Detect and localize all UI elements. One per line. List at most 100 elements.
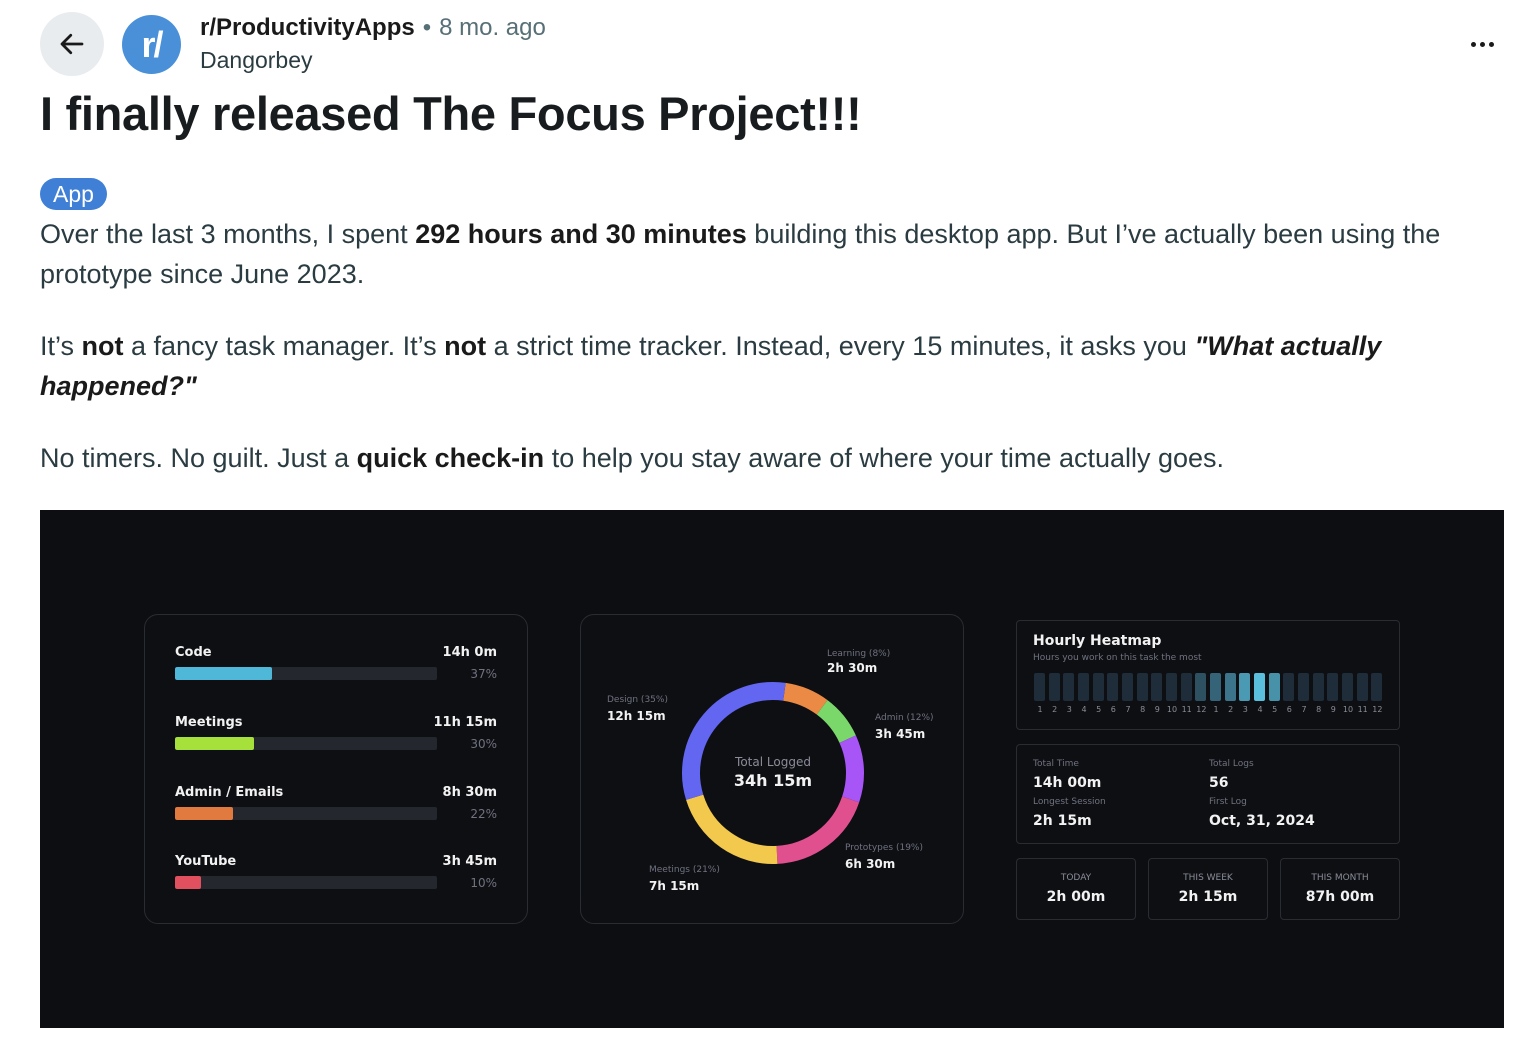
heatmap-cell bbox=[1371, 673, 1383, 701]
heatmap-hour: 6 bbox=[1110, 705, 1116, 714]
heatmap-cell bbox=[1063, 673, 1075, 701]
heatmap-hour: 4 bbox=[1257, 705, 1263, 714]
segment-value: 7h 15m bbox=[649, 879, 700, 893]
heatmap-hour: 11 bbox=[1357, 705, 1368, 714]
total-logs-value: 56 bbox=[1209, 775, 1229, 791]
heatmap-cell bbox=[1195, 673, 1207, 701]
heatmap-cell bbox=[1312, 673, 1324, 701]
heatmap-cell bbox=[1210, 673, 1221, 701]
period-this-month: THIS MONTH 87h 00m bbox=[1280, 858, 1400, 920]
stats-card: Total Time 14h 00m Total Logs 56 Longest… bbox=[1016, 744, 1400, 844]
heatmap-cells bbox=[1033, 673, 1385, 701]
overflow-menu-button[interactable] bbox=[1462, 26, 1502, 62]
heatmap-title: Hourly Heatmap bbox=[1033, 633, 1162, 649]
donut-center-label: Total Logged bbox=[735, 755, 811, 769]
heatmap-cell bbox=[1107, 673, 1119, 701]
donut-segment bbox=[686, 794, 778, 864]
post-age: 8 mo. ago bbox=[439, 14, 546, 41]
category-breakdown-card: Code 14h 0m 37% Meetings 11h 15m 30% Adm… bbox=[144, 614, 528, 924]
more-icon bbox=[1470, 41, 1476, 47]
author-link[interactable]: Dangorbey bbox=[200, 47, 313, 74]
segment-label: Design (35%) bbox=[607, 695, 668, 705]
first-log-label: First Log bbox=[1209, 797, 1247, 807]
period-this-week: THIS WEEK 2h 15m bbox=[1148, 858, 1268, 920]
heatmap-hour: 3 bbox=[1066, 705, 1072, 714]
heatmap-hour: 5 bbox=[1272, 705, 1278, 714]
heatmap-cell bbox=[1268, 673, 1280, 701]
heatmap-hour: 2 bbox=[1052, 705, 1058, 714]
back-button[interactable] bbox=[40, 12, 104, 76]
heatmap-hour: 8 bbox=[1316, 705, 1322, 714]
subreddit-avatar[interactable]: r/ bbox=[122, 15, 181, 74]
heatmap-cell bbox=[1048, 673, 1060, 701]
heatmap-hour: 4 bbox=[1081, 705, 1087, 714]
segment-value: 2h 30m bbox=[827, 661, 878, 675]
heatmap-hour-labels: 1 2 3 4 5 6 7 8 9 10 11 12 1 2 3 4 5 6 7 8 9 10 11 12 bbox=[1033, 705, 1385, 717]
donut-center-value: 34h 15m bbox=[733, 771, 813, 790]
heatmap-cell bbox=[1342, 673, 1353, 701]
post-paragraph-2: It’s not a fancy task manager. It’s not … bbox=[40, 331, 1382, 401]
subreddit-link[interactable]: r/ProductivityApps bbox=[200, 14, 415, 42]
heatmap-cell bbox=[1078, 673, 1089, 701]
period-today: TODAY 2h 00m bbox=[1016, 858, 1136, 920]
heatmap-cell bbox=[1166, 673, 1177, 701]
heatmap-cell bbox=[1122, 673, 1133, 701]
heatmap-cell bbox=[1180, 673, 1192, 701]
heatmap-hour: 3 bbox=[1242, 705, 1248, 714]
longest-session-label: Longest Session bbox=[1033, 797, 1106, 807]
segment-value: 6h 30m bbox=[845, 857, 896, 871]
post-flair[interactable]: App bbox=[40, 178, 107, 210]
heatmap-hour: 2 bbox=[1228, 705, 1234, 714]
segment-label: Meetings (21%) bbox=[649, 865, 720, 875]
heatmap-hour: 10 bbox=[1166, 705, 1178, 714]
donut-segment bbox=[816, 700, 856, 744]
post-paragraph-3: No timers. No guilt. Just a quick check-… bbox=[40, 443, 1225, 473]
donut-chart-card: Total Logged 34h 15m Learning (8%) 2h 30… bbox=[580, 614, 964, 924]
donut-chart bbox=[682, 682, 864, 864]
heatmap-hour: 12 bbox=[1196, 705, 1207, 714]
donut-segment bbox=[839, 735, 864, 803]
heatmap-hour: 9 bbox=[1330, 705, 1336, 714]
heatmap-hour: 6 bbox=[1286, 705, 1292, 714]
heatmap-cell bbox=[1298, 673, 1309, 701]
segment-value: 3h 45m bbox=[875, 727, 926, 741]
post-paragraph-1: Over the last 3 months, I spent 292 hour… bbox=[40, 219, 1441, 289]
heatmap-cell bbox=[1254, 673, 1265, 701]
arrow-left-icon bbox=[60, 33, 84, 55]
donut-segment bbox=[776, 796, 860, 864]
first-log-value: Oct, 31, 2024 bbox=[1209, 813, 1315, 829]
heatmap-cell bbox=[1239, 673, 1251, 701]
longest-session-value: 2h 15m bbox=[1033, 813, 1092, 829]
heatmap-cell bbox=[1356, 673, 1368, 701]
heatmap-cell bbox=[1151, 673, 1163, 701]
segment-label: Learning (8%) bbox=[827, 649, 891, 659]
total-logs-label: Total Logs bbox=[1209, 759, 1254, 769]
post-image[interactable]: Code 14h 0m 37% Meetings 11h 15m 30% Adm… bbox=[40, 510, 1504, 1028]
post-meta: r/ProductivityApps • 8 mo. ago bbox=[200, 14, 546, 42]
category-bar bbox=[175, 876, 202, 889]
segment-value: 12h 15m bbox=[607, 709, 666, 723]
category-bar bbox=[175, 667, 272, 680]
segment-label: Prototypes (19%) bbox=[845, 843, 923, 853]
heatmap-hour: 7 bbox=[1125, 705, 1131, 714]
heatmap-cell bbox=[1034, 673, 1045, 701]
heatmap-hour: 11 bbox=[1181, 705, 1192, 714]
post-title: I finally released The Focus Project!!! bbox=[40, 87, 862, 140]
heatmap-cell bbox=[1283, 673, 1295, 701]
heatmap-hour: 12 bbox=[1372, 705, 1383, 714]
hourly-heatmap-card: Hourly Heatmap Hours you work on this ta… bbox=[1016, 620, 1400, 730]
heatmap-hour: 9 bbox=[1154, 705, 1160, 714]
segment-label: Admin (12%) bbox=[875, 713, 934, 723]
heatmap-cell bbox=[1092, 673, 1104, 701]
heatmap-hour: 10 bbox=[1342, 705, 1354, 714]
donut-segment bbox=[782, 682, 828, 715]
heatmap-cell bbox=[1136, 673, 1148, 701]
heatmap-hour: 8 bbox=[1140, 705, 1146, 714]
heatmap-hour: 1 bbox=[1213, 705, 1219, 714]
heatmap-subtitle: Hours you work on this task the most bbox=[1033, 653, 1202, 663]
heatmap-hour: 1 bbox=[1037, 705, 1043, 714]
heatmap-hour: 7 bbox=[1301, 705, 1307, 714]
heatmap-cell bbox=[1327, 673, 1339, 701]
total-time-label: Total Time bbox=[1033, 759, 1079, 769]
heatmap-hour: 5 bbox=[1096, 705, 1102, 714]
